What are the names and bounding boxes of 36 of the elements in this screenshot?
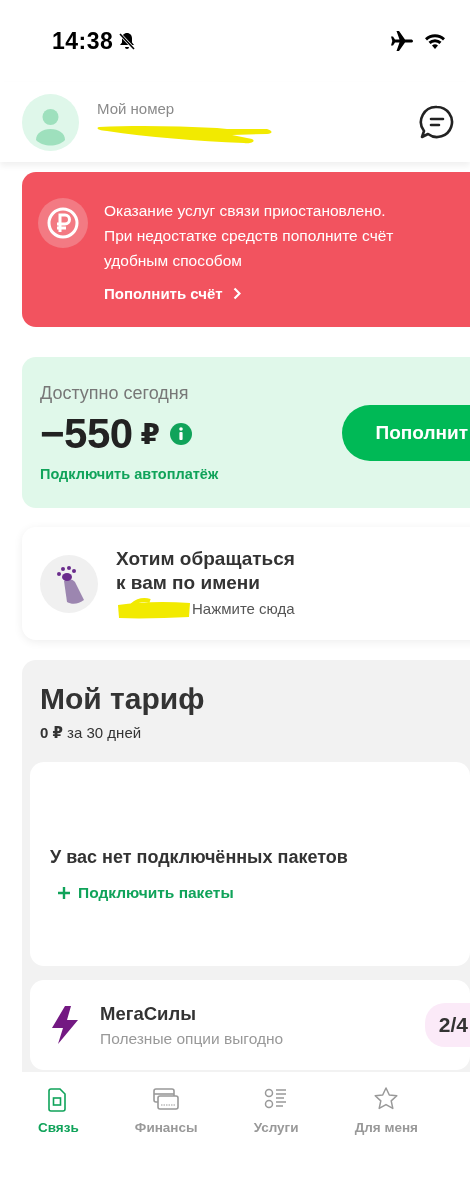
lightning-icon <box>50 1006 80 1044</box>
ruble-icon <box>38 198 88 248</box>
wifi-icon <box>424 32 446 50</box>
tariff-price: 0 ₽ за 30 дней <box>40 724 143 742</box>
balance-amount: −550 <box>40 410 133 458</box>
megasily-title: МегаСилы <box>100 1002 197 1025</box>
plus-icon <box>58 886 70 899</box>
star-icon <box>373 1086 400 1112</box>
nav-tab[interactable]: Для меня <box>354 1086 418 1135</box>
top-up-link[interactable]: Пополнить счёт <box>104 285 404 302</box>
nav-tab[interactable]: Связь <box>38 1086 79 1135</box>
phone-label: Мой номер <box>97 99 176 117</box>
airplane-icon <box>390 30 414 52</box>
info-icon[interactable] <box>170 423 193 445</box>
add-packages-link[interactable]: Подключить пакеты <box>50 883 470 902</box>
name-card[interactable]: Хотим обращаться к вам по имени Нажмите сюда <box>22 527 470 640</box>
balance-label: Доступно сегодня <box>40 383 190 404</box>
alert-message: Оказание услуг связи приостановлено. При недостатке средств пополните счёт удобным способом <box>104 201 395 271</box>
tariff-title: Мой тариф <box>40 682 206 716</box>
avatar-icon <box>22 93 79 151</box>
chevron-right-icon <box>232 287 241 300</box>
chat-icon[interactable] <box>418 103 456 141</box>
cards-icon <box>153 1086 180 1112</box>
options-count: 2/4 <box>424 1003 470 1047</box>
no-packages-text: У вас нет подключённых пакетов <box>50 846 349 868</box>
paw-icon <box>40 554 98 613</box>
status-time: 14:38 <box>52 27 114 55</box>
autopay-link[interactable]: Подключить автоплатёж <box>40 466 342 482</box>
nav-tab[interactable]: Финансы <box>134 1086 198 1135</box>
megasily-card[interactable]: МегаСилы Полезные опции выгодно 2/4 <box>30 980 470 1070</box>
nav-tab[interactable]: Услуги <box>253 1086 299 1135</box>
top-up-button[interactable]: Пополнит <box>341 404 470 461</box>
tap-here-link[interactable]: Нажмите сюда <box>192 600 295 617</box>
megasily-subtitle: Полезные опции выгодно <box>100 1029 285 1048</box>
name-prompt-title: Хотим обращаться к вам по имени <box>116 546 296 595</box>
currency-sign: ₽ <box>140 417 161 451</box>
